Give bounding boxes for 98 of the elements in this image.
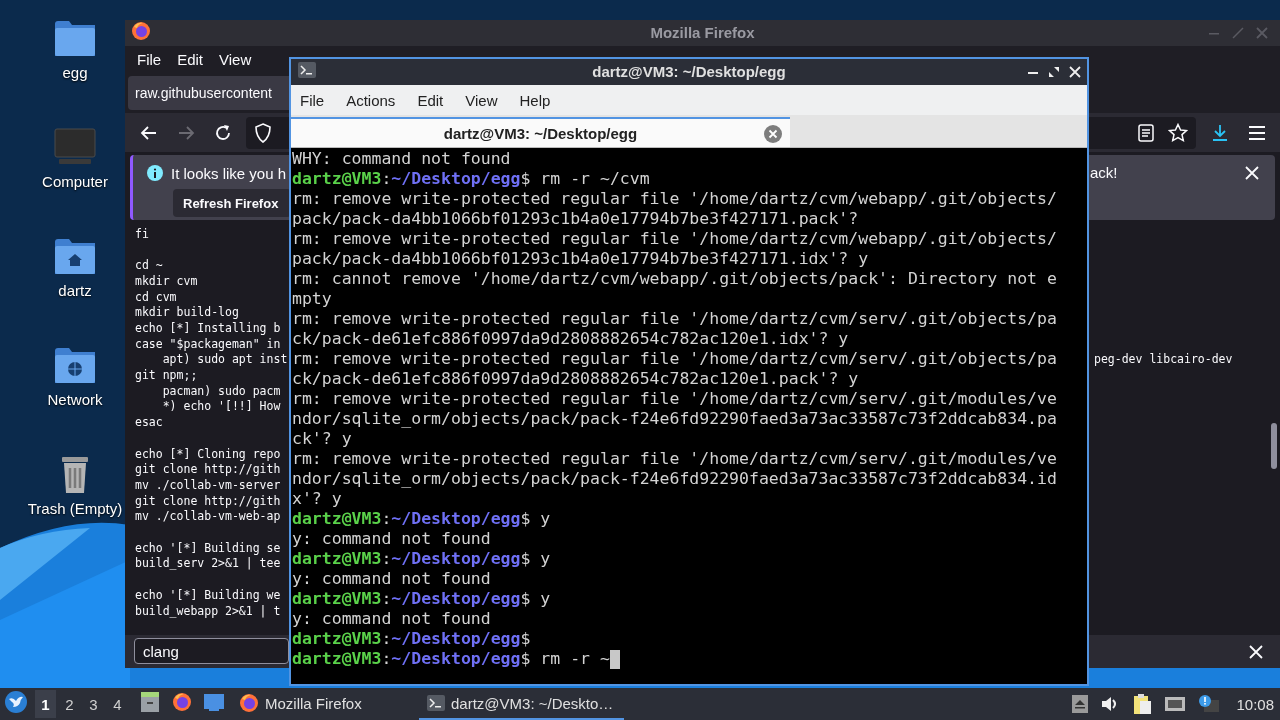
find-field[interactable]: clang — [134, 638, 289, 665]
menu-icon[interactable] — [1248, 124, 1266, 141]
menu-item[interactable]: File — [137, 51, 162, 69]
file-cabinet-icon[interactable] — [139, 691, 161, 713]
code-line: *) echo '[!!] How — [161, 399, 281, 416]
code-line: git clone http://gith — [135, 462, 281, 478]
code-line: pacman) sudo pacm — [161, 383, 281, 400]
output-line: rm: remove write-protected regular file '/home/dartz/cvm/serv/.git/modules/ve — [292, 389, 1057, 409]
code-line: mkdir build-log — [135, 305, 239, 321]
code-line: build_webapp 2>&1 | t — [135, 603, 281, 620]
workspace-button[interactable]: 2 — [59, 690, 80, 718]
output-line: mpty — [292, 289, 332, 309]
eject-icon[interactable] — [1072, 695, 1089, 713]
terminal-icon — [298, 62, 316, 78]
menu-item[interactable]: Help — [519, 91, 551, 109]
code-line: mv ./collab-vm-server — [135, 477, 281, 494]
window-title: dartz@VM3: ~/Desktop/egg — [592, 63, 786, 80]
workspace-button[interactable]: 3 — [83, 690, 104, 718]
firefox-icon — [131, 20, 151, 41]
output-line: x'? y — [292, 489, 342, 509]
output-line: ndor/sqlite_orm/objects/pack/pack-f24e6fd92290faed3a73ac33587c73f2ddcab834.pa — [292, 409, 1057, 429]
menu-item[interactable]: File — [300, 91, 325, 109]
workspace-button[interactable]: 1 — [35, 690, 56, 718]
window-icon[interactable] — [203, 692, 225, 712]
output-line: y: command not found — [292, 529, 491, 549]
code-line: echo [*] Cloning repo — [135, 446, 281, 463]
code-line: git npm;; — [135, 368, 198, 384]
output-line: rm: remove write-protected regular file '/home/dartz/cvm/webapp/.git/objects/ — [292, 189, 1057, 209]
firefox-icon — [239, 693, 259, 713]
prompt-line: dartz@VM3:~/Desktop/egg$ rm -r ~/cvm — [292, 169, 650, 189]
prompt-line: dartz@VM3:~/Desktop/egg$ rm -r ~ — [292, 649, 610, 669]
output-line: rm: remove write-protected regular file '/home/dartz/cvm/serv/.git/modules/ve — [292, 449, 1057, 469]
prompt-line: dartz@VM3:~/Desktop/egg$ y — [292, 549, 551, 569]
menu-item[interactable]: Edit — [177, 51, 204, 69]
icon-label[interactable]: Network — [47, 391, 103, 408]
terminal-icon — [427, 695, 445, 711]
output-line: ck'? y — [292, 429, 352, 449]
shield-icon[interactable] — [254, 122, 272, 143]
reload-icon[interactable] — [213, 122, 233, 143]
output-line: ck/pack-de61efc886f0997da9d2808882654c782ac120e1.idx'? y — [292, 329, 849, 349]
icon-label[interactable]: egg — [62, 64, 88, 81]
start-menu-icon[interactable] — [4, 690, 28, 714]
window-title: Mozilla Firefox — [650, 23, 755, 41]
star-icon[interactable] — [1168, 122, 1188, 143]
code-line: build_serv 2>&1 | tee — [135, 556, 281, 573]
icon-label[interactable]: Trash (Empty) — [27, 500, 123, 517]
reader-icon[interactable] — [1138, 123, 1154, 142]
menu-item[interactable]: Edit — [417, 91, 444, 109]
code-line: echo [*] Installing b — [135, 320, 281, 337]
download-icon[interactable] — [1210, 122, 1230, 143]
output-line: ck/pack-de61efc886f0997da9d2808882654c782ac120e1.pack'? y — [292, 369, 859, 389]
code-line: cd cvm — [135, 289, 177, 306]
scrollbar[interactable] — [1271, 422, 1277, 469]
refresh-button[interactable]: Refresh Firefox — [173, 189, 291, 218]
output-line: y: command not found — [292, 569, 491, 589]
prompt-line: dartz@VM3:~/Desktop/egg$ — [292, 629, 531, 649]
code-line: case "$packageman" in — [135, 336, 281, 353]
code-line: peg-dev libcairo-dev — [1094, 352, 1233, 368]
taskbar-task[interactable]: dartz@VM3: ~/Deskto… — [419, 688, 624, 720]
code-line: mv ./collab-vm-web-ap — [135, 509, 281, 526]
icon-label[interactable]: Computer — [42, 173, 108, 190]
taskbar-task[interactable]: Mozilla Firefox — [231, 688, 411, 720]
code-line: git clone http://gith — [135, 493, 281, 510]
notification-text: ack! — [1090, 164, 1118, 182]
prompt-line: dartz@VM3:~/Desktop/egg$ y — [292, 589, 551, 609]
output-line: rm: cannot remove '/home/dartz/cvm/webapp/.git/objects/pack': Directory not e — [292, 269, 1057, 289]
network-icon[interactable] — [1164, 695, 1187, 713]
code-line: echo '[*] Building se — [135, 540, 281, 557]
info-icon — [147, 165, 163, 182]
output-line: y: command not found — [292, 609, 491, 629]
code-line: apt) sudo apt inst — [161, 352, 288, 368]
prompt-line: dartz@VM3:~/Desktop/egg$ y — [292, 509, 551, 529]
output-line: pack/pack-da4bb1066bf01293c1b4a0e17794b7be3f427171.idx'? y — [292, 249, 869, 269]
clock: 10:08 — [1236, 695, 1274, 713]
code-line: echo '[*] Building we — [135, 587, 281, 604]
menu-item[interactable]: View — [465, 91, 498, 109]
browser-tab[interactable]: raw.githubusercontent — [128, 76, 289, 111]
code-line: cd ~ — [135, 258, 163, 274]
terminal-tab[interactable]: dartz@VM3: ~/Desktop/egg — [291, 117, 790, 147]
update-icon[interactable] — [1198, 694, 1221, 714]
output-line: ndor/sqlite_orm/objects/pack/pack-f24e6fd92290faed3a73ac33587c73f2ddcab834.id — [292, 469, 1057, 489]
output-line: WHY: command not found — [292, 149, 511, 169]
home-folder-icon[interactable] — [53, 236, 97, 276]
output-line: pack/pack-da4bb1066bf01293c1b4a0e17794b7be3f427171.pack'? — [292, 209, 859, 229]
output-line: rm: remove write-protected regular file '/home/dartz/cvm/serv/.git/objects/pa — [292, 349, 1057, 369]
code-line: esac — [135, 415, 163, 431]
menu-item[interactable]: Actions — [346, 91, 396, 109]
code-line: fi — [135, 226, 149, 243]
clipboard-icon[interactable] — [1132, 693, 1153, 715]
output-line: rm: remove write-protected regular file '/home/dartz/cvm/serv/.git/objects/pa — [292, 309, 1057, 329]
code-line: mkdir cvm — [135, 273, 198, 290]
workspace-button[interactable]: 4 — [107, 690, 128, 718]
output-line: rm: remove write-protected regular file '/home/dartz/cvm/webapp/.git/objects/ — [292, 229, 1057, 249]
firefox-icon[interactable] — [172, 692, 192, 712]
icon-label[interactable]: dartz — [58, 282, 92, 299]
folder-icon[interactable] — [53, 18, 97, 58]
notification-text: It looks like you h — [171, 164, 287, 182]
menu-item[interactable]: View — [219, 51, 252, 69]
